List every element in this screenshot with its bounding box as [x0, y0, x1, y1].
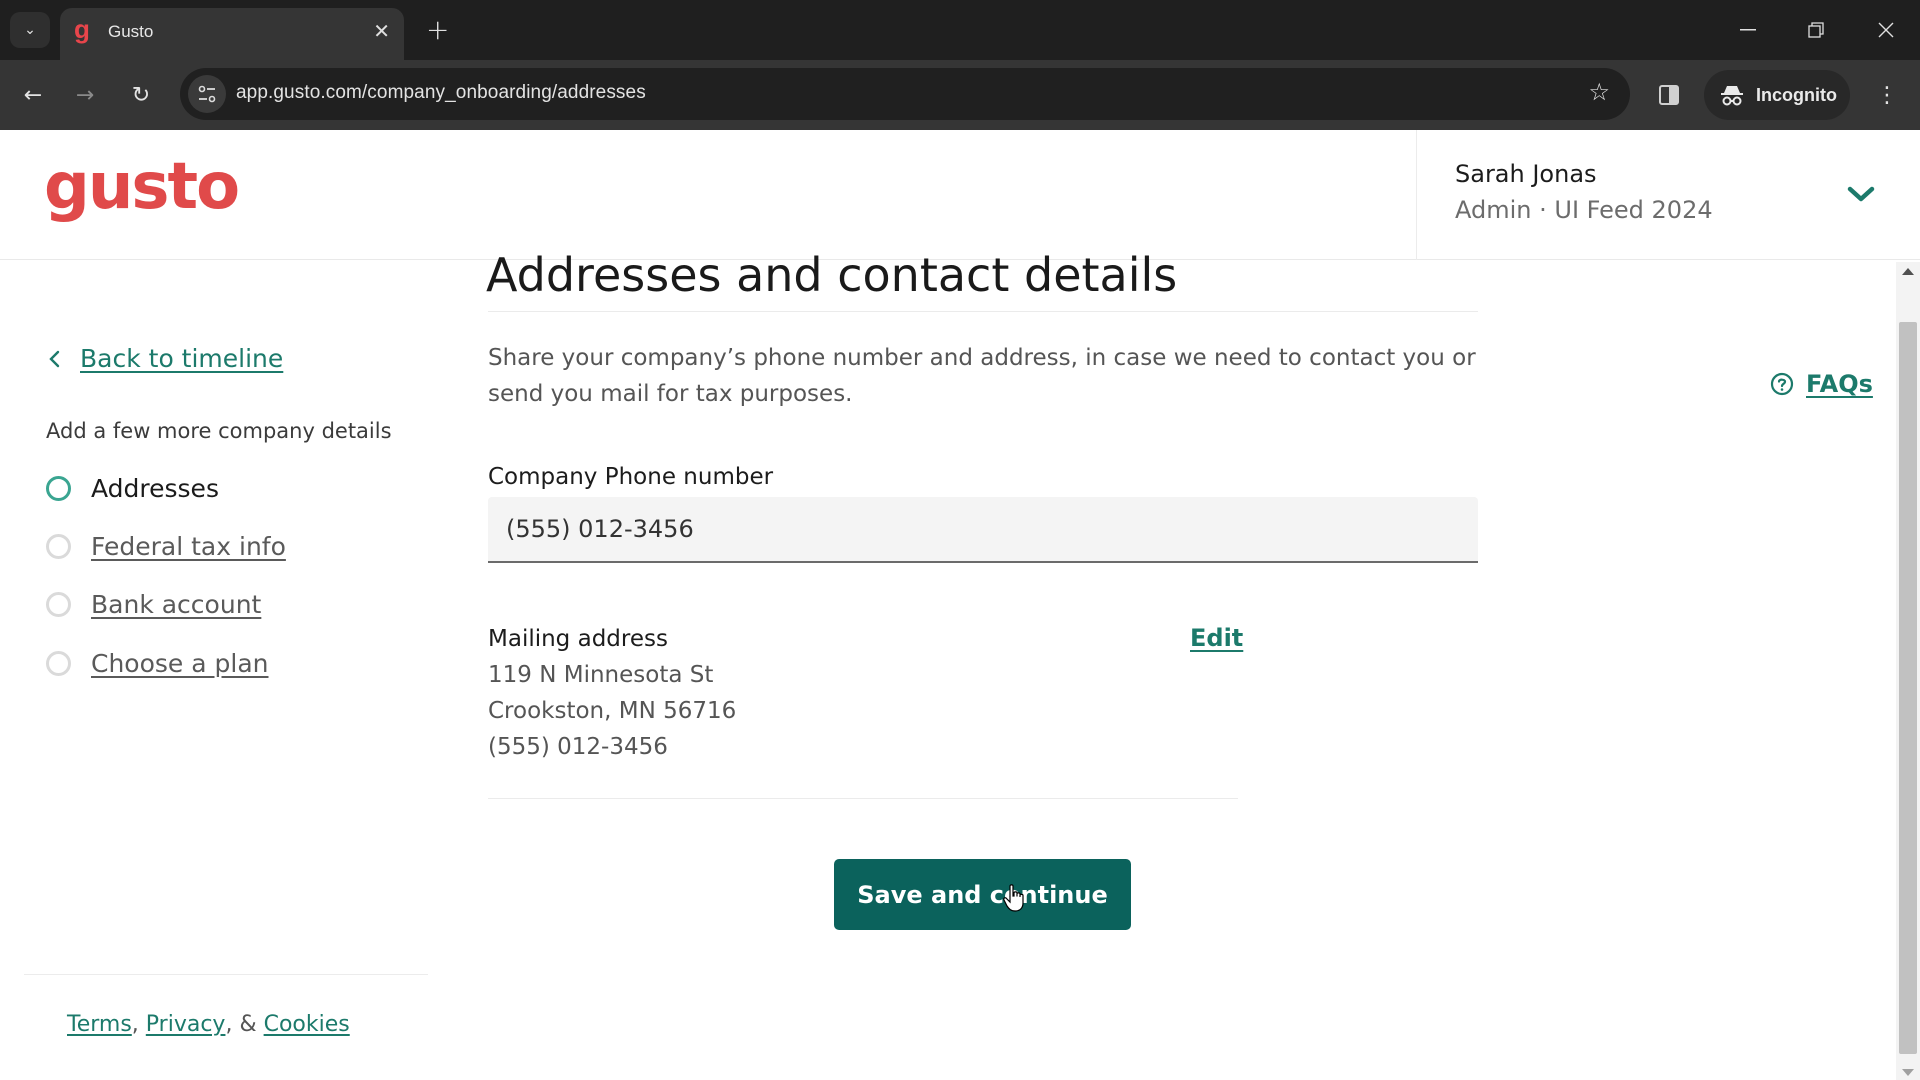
reload-button[interactable]: ↻: [122, 76, 160, 114]
step-label: Choose a plan: [91, 649, 269, 678]
step-federal-tax-info[interactable]: Federal tax info: [46, 532, 286, 561]
back-to-timeline-label: Back to timeline: [80, 344, 284, 373]
page-scrollbar[interactable]: [1896, 262, 1920, 1080]
browser-tab-strip: ⌄ g Gusto ✕ +: [0, 0, 1920, 60]
forward-button[interactable]: →: [66, 76, 104, 114]
scroll-down-arrow-icon[interactable]: [1902, 1069, 1914, 1076]
browser-menu-button[interactable]: ⋮: [1872, 76, 1902, 114]
close-tab-icon[interactable]: ✕: [373, 19, 390, 43]
gusto-logo[interactable]: gusto: [44, 150, 240, 224]
account-menu-toggle[interactable]: [1841, 174, 1881, 214]
arrow-right-icon: →: [75, 82, 95, 108]
tune-icon: [198, 85, 216, 103]
address-bar[interactable]: app.gusto.com/company_onboarding/address…: [180, 68, 1630, 120]
address-phone: (555) 012-3456: [488, 734, 668, 760]
privacy-link[interactable]: Privacy: [146, 1012, 226, 1037]
steps-heading: Add a few more company details: [46, 419, 392, 443]
side-panel-button[interactable]: [1650, 76, 1688, 114]
browser-toolbar: ← → ↻ app.gusto.com/company_onboarding/a…: [0, 60, 1920, 130]
back-button[interactable]: ←: [14, 76, 52, 114]
step-label: Bank account: [91, 590, 262, 619]
app-header: gusto Sarah Jonas Admin · UI Feed 2024: [0, 130, 1920, 260]
step-addresses[interactable]: Addresses: [46, 474, 219, 503]
scrollbar-thumb[interactable]: [1899, 322, 1917, 1054]
step-status-circle-icon: [46, 534, 71, 559]
chevron-down-icon: [1847, 186, 1875, 202]
faqs-link[interactable]: FAQs: [1770, 370, 1873, 398]
step-label: Addresses: [91, 474, 219, 503]
terms-link[interactable]: Terms: [67, 1012, 132, 1037]
bookmark-star-icon[interactable]: ☆: [1588, 78, 1610, 106]
more-vertical-icon: ⋮: [1876, 82, 1898, 108]
arrow-left-icon: ←: [23, 82, 43, 108]
step-bank-account[interactable]: Bank account: [46, 590, 261, 619]
incognito-label: Incognito: [1756, 84, 1837, 105]
minimize-button[interactable]: [1728, 12, 1768, 48]
incognito-icon: [1721, 86, 1743, 106]
incognito-badge[interactable]: Incognito: [1704, 70, 1850, 120]
footer-divider: [24, 974, 428, 975]
chevron-left-icon: [48, 347, 64, 371]
close-window-button[interactable]: [1866, 12, 1906, 48]
close-icon: [1878, 22, 1894, 38]
account-menu[interactable]: Sarah Jonas Admin · UI Feed 2024: [1416, 130, 1920, 260]
scroll-up-arrow-icon[interactable]: [1902, 268, 1914, 275]
separator: ,: [131, 1012, 139, 1037]
back-to-timeline-link[interactable]: Back to timeline: [48, 344, 283, 373]
address-divider: [488, 798, 1238, 799]
step-label: Federal tax info: [91, 532, 286, 561]
address-city-state-zip: Crookston, MN 56716: [488, 698, 737, 724]
step-choose-a-plan[interactable]: Choose a plan: [46, 649, 269, 678]
step-status-circle-icon: [46, 651, 71, 676]
save-and-continue-button[interactable]: Save and continue: [834, 859, 1131, 930]
tab-title: Gusto: [108, 22, 154, 41]
gusto-favicon-icon: g: [74, 14, 90, 44]
minimize-icon: [1740, 29, 1756, 31]
reload-icon: ↻: [131, 82, 151, 108]
chevron-down-icon: ⌄: [24, 22, 36, 38]
faqs-label: FAQs: [1806, 370, 1873, 398]
restore-button[interactable]: [1796, 12, 1836, 48]
new-tab-button[interactable]: +: [426, 12, 449, 48]
user-name: Sarah Jonas: [1455, 160, 1597, 188]
edit-mailing-address-link[interactable]: Edit: [1190, 624, 1243, 652]
legal-links: Terms, Privacy, & Cookies: [67, 1012, 350, 1037]
help-circle-icon: [1770, 372, 1794, 396]
step-status-circle-icon: [46, 476, 71, 501]
phone-label: Company Phone number: [488, 464, 774, 490]
side-panel-icon: [1659, 85, 1679, 105]
cookies-link[interactable]: Cookies: [264, 1012, 350, 1037]
site-info-button[interactable]: [188, 75, 226, 113]
step-status-circle-icon: [46, 592, 71, 617]
address-street: 119 N Minnesota St: [488, 662, 714, 688]
browser-tab[interactable]: g Gusto ✕: [60, 8, 404, 60]
company-phone-input[interactable]: [488, 497, 1478, 563]
separator: , &: [225, 1012, 257, 1037]
restore-icon: [1808, 22, 1824, 38]
title-divider: [488, 311, 1478, 312]
mailing-address-label: Mailing address: [488, 626, 668, 652]
page-title: Addresses and contact details: [486, 248, 1178, 302]
hand-cursor-icon: [1003, 884, 1024, 912]
tab-search-button[interactable]: ⌄: [10, 12, 50, 48]
url-text[interactable]: app.gusto.com/company_onboarding/address…: [236, 82, 646, 104]
user-role-company: Admin · UI Feed 2024: [1455, 196, 1713, 224]
page-description: Share your company’s phone number and ad…: [488, 345, 1476, 407]
